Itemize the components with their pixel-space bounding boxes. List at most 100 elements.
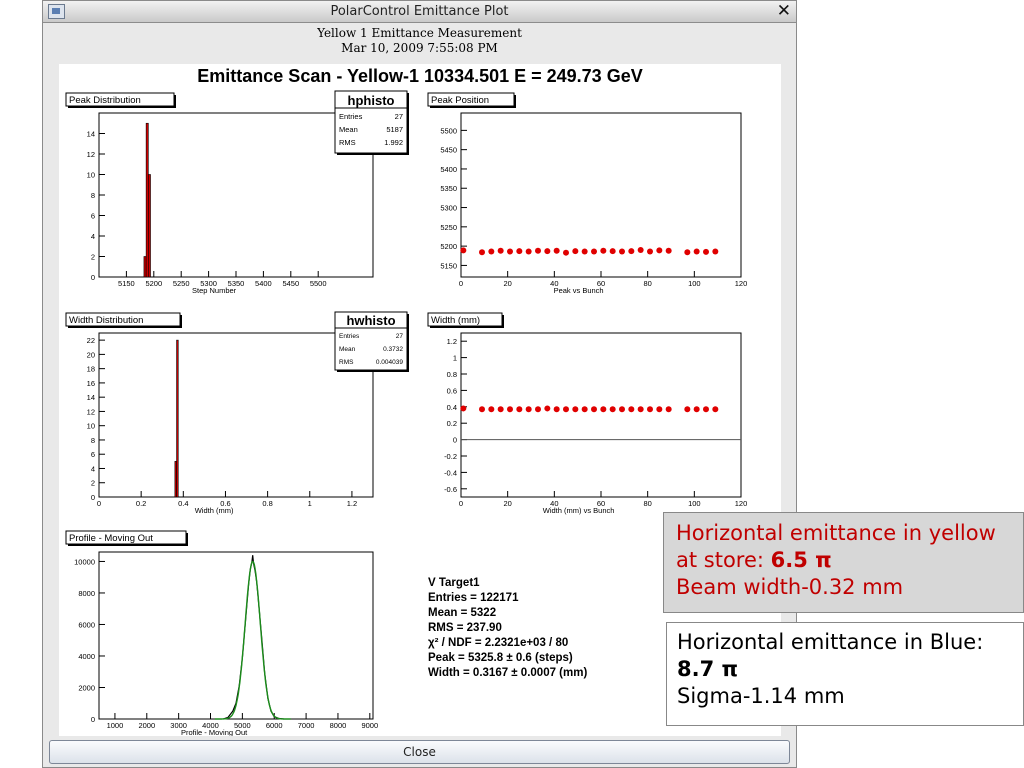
width-mm-x-tick-label: 0 [459,499,463,508]
width-mm-y-tick-label: 0 [453,436,457,445]
peak-distribution-bar [143,256,147,278]
peak-distribution-y-tick-label: 4 [91,232,95,241]
fit-width: Width = 0.3167 ± 0.0007 (mm) [428,667,587,679]
peak-position-x-tick-label: 120 [735,279,748,288]
width-distribution-y-tick-label: 12 [87,407,95,416]
fit-peak: Peak = 5325.8 ± 0.6 (steps) [428,652,573,664]
peak-position-y-tick-label: 5150 [440,261,457,270]
width-mm-point [525,406,532,413]
width-mm-point [581,406,588,413]
profile-moving-out-x-tick-label: 1000 [107,721,124,730]
hphisto-stats-box: hphisto Entries 27 Mean 5187 RMS 1.992 [334,90,409,155]
peak-distribution-y-tick-label: 14 [87,130,95,139]
peak-position-point [488,248,495,255]
hphisto-entries-label: Entries [339,112,363,121]
peak-position-point [591,248,597,255]
measurement-title: Yellow 1 Emittance Measurement [317,26,522,40]
width-mm-y-tick-label: 0.2 [447,419,457,428]
profile-moving-out-x-tick-label: 2000 [138,721,155,730]
width-mm-point [553,406,560,413]
width-distribution-title-box: Width Distribution [65,312,182,328]
peak-distribution-y-tick-label: 2 [91,253,95,262]
width-mm-point [656,406,663,413]
yellow-emittance-value: 6.5 π [770,548,832,572]
peak-position-x-tick-label: 0 [459,279,463,288]
peak-position-title-box: Peak Position [427,92,516,108]
width-mm-y-tick-label: -0.6 [444,485,457,494]
peak-position-point [656,247,663,254]
hphisto-mean-label: Mean [339,125,358,134]
peak-position-point [619,248,625,255]
width-mm-point [609,406,616,413]
title-bar[interactable]: PolarControl Emittance Plot ✕ [43,1,796,23]
peak-position-y-tick-label: 5300 [440,204,457,213]
fit-statistics: V Target1 Entries = 122171 Mean = 5322 R… [428,577,587,679]
width-mm-point [544,405,551,412]
measurement-timestamp: Mar 10, 2009 7:55:08 PM [341,41,498,55]
peak-position-point [572,248,579,255]
peak-distribution-x-axis-label: Step Number [192,286,237,295]
chart-marks-layer: 5150 5200 5250 5300 5350 5400 5450 550002468101… [74,122,748,737]
peak-position-point [525,248,532,255]
fit-mean: Mean = 5322 [428,607,496,619]
width-mm-y-tick-label: 1.2 [447,337,457,346]
width-mm-point [516,406,523,413]
peak-position-point [600,247,607,254]
width-distribution-y-tick-label: 22 [87,336,95,345]
blue-emittance-note: Horizontal emittance in Blue: 8.7 π Sigm… [666,622,1024,726]
width-mm-point [572,406,579,413]
width-mm-point [600,406,607,413]
peak-distribution-x-tick-label: 5500 [310,279,327,288]
peak-position-point [609,248,616,255]
peak-position-x-tick-label: 20 [503,279,511,288]
width-distribution-title: Width Distribution [69,315,143,326]
profile-gaussian-fit-line [214,560,291,720]
hphisto-rms-value: 1.992 [384,138,403,147]
profile-data-line [223,555,284,720]
hwhisto-rms-label: RMS [339,359,354,366]
width-mm-y-tick-label: 0.8 [447,370,457,379]
close-icon[interactable]: ✕ [777,1,791,21]
yellow-emittance-note: Horizontal emittance in yellow at store:… [663,512,1024,613]
profile-moving-out-y-tick-label: 4000 [78,652,95,661]
profile-title: Profile - Moving Out [69,533,153,544]
peak-position-point [535,247,541,254]
hwhisto-mean-value: 0.3732 [383,346,403,353]
width-distribution-x-tick-label: 0.8 [262,499,272,508]
peak-distribution-x-tick-label: 5200 [145,279,162,288]
peak-position-point [712,248,719,255]
width-distribution-y-tick-label: 4 [91,464,95,473]
profile-moving-out-x-tick-label: 7000 [298,721,315,730]
peak-distribution-y-tick-label: 8 [91,191,95,200]
profile-title-box: Profile - Moving Out [65,530,188,546]
fit-entries: Entries = 122171 [428,592,519,604]
profile-moving-out-y-tick-label: 10000 [74,557,95,566]
window-title: PolarControl Emittance Plot [330,4,509,19]
peak-position-point [628,248,635,255]
width-distribution-y-tick-label: 10 [87,422,95,431]
width-mm-x-tick-label: 100 [688,499,701,508]
peak-position-point [684,249,691,256]
blue-emittance-value: 8.7 π [677,657,739,681]
width-mm-point [693,406,700,413]
width-distribution-y-tick-label: 16 [87,379,95,388]
width-distribution-y-tick-label: 2 [91,479,95,488]
width-mm-y-tick-label: 1 [453,354,457,363]
profile-moving-out-x-axis-label: Profile - Moving Out [181,728,248,736]
width-mm-x-axis-label: Width (mm) vs Bunch [543,506,615,515]
width-mm-point [647,406,653,413]
width-mm-title-box: Width (mm) [427,312,504,328]
width-mm-frame [460,332,742,498]
peak-position-y-tick-label: 5450 [440,146,457,155]
width-mm-point [628,406,635,413]
peak-distribution-y-tick-label: 0 [91,273,95,282]
yellow-note-line2: at store: 6.5 π [676,547,1023,574]
peak-distribution-y-tick-label: 10 [87,171,95,180]
profile-moving-out-x-tick-label: 8000 [330,721,347,730]
width-mm-x-tick-label: 120 [735,499,748,508]
peak-position-y-tick-label: 5500 [440,126,457,135]
yellow-note-line3: Beam width-0.32 mm [676,575,904,599]
hwhisto-stats-box: hwhisto Entries 27 Mean 0.3732 RMS 0.004… [334,311,409,372]
close-button[interactable]: Close [49,740,790,764]
width-distribution-y-tick-label: 6 [91,450,95,459]
